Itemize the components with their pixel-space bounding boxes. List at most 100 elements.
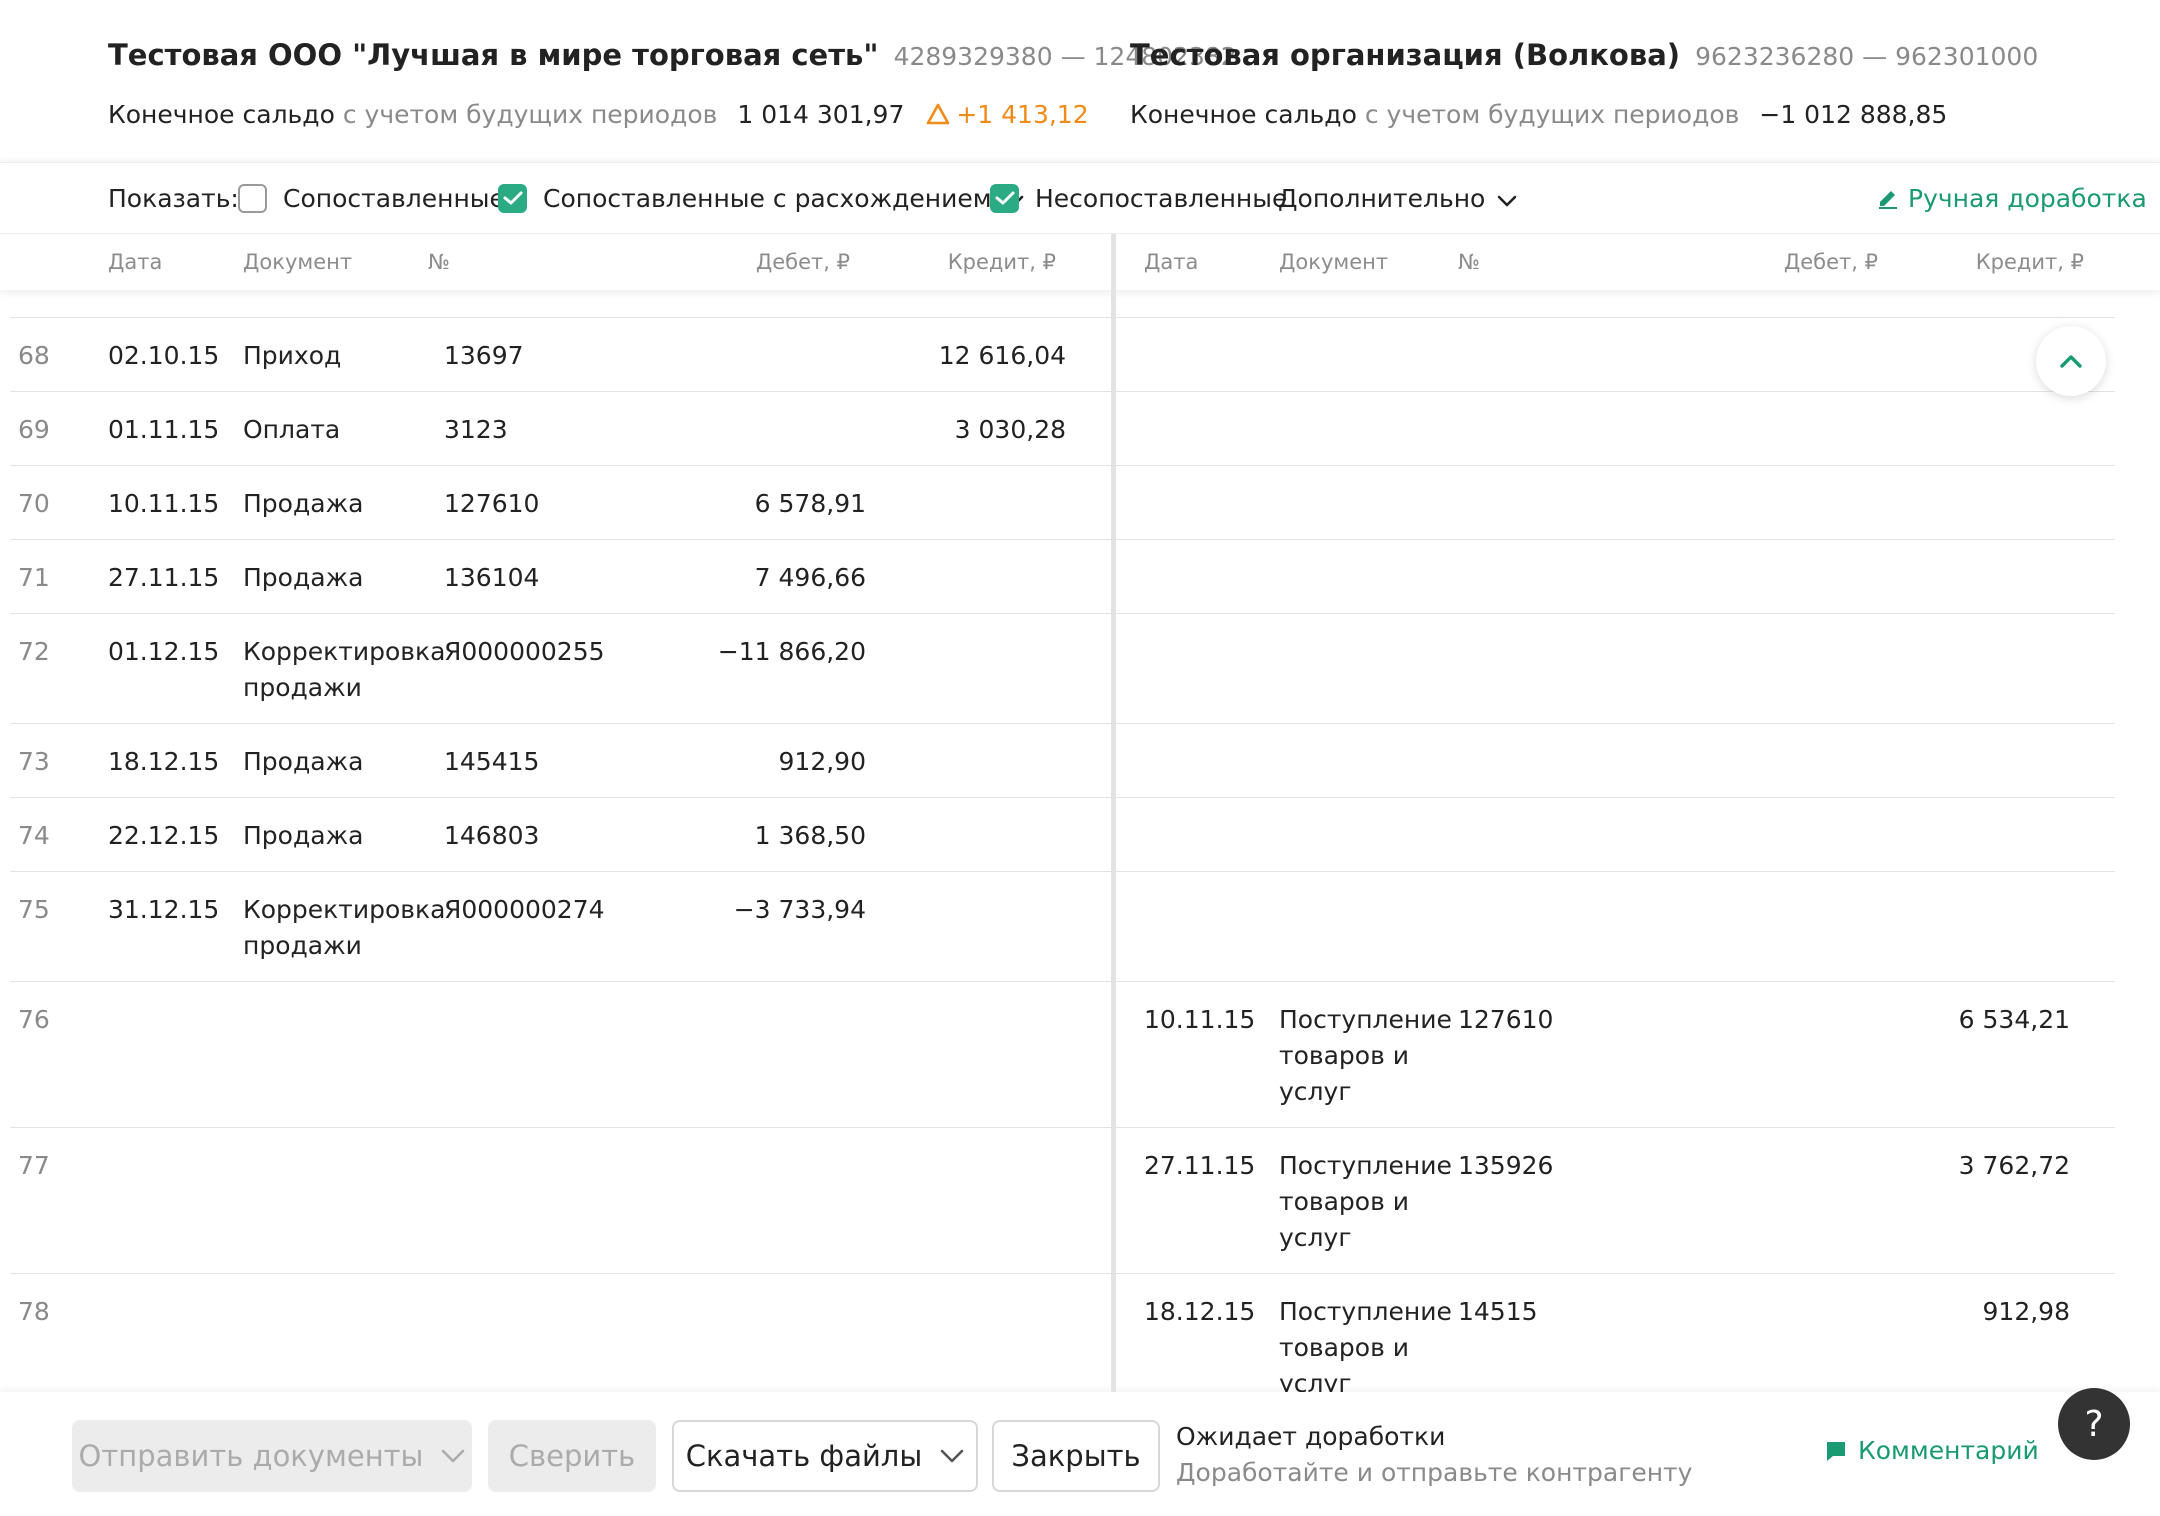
left-balance-value: 1 014 301,97 bbox=[737, 100, 905, 129]
table-row[interactable]: 78 18.12.15 Поступление товаров и услуг … bbox=[10, 1274, 2115, 1392]
left-date: 01.12.15 bbox=[108, 637, 220, 666]
left-doc-line2: продажи bbox=[243, 931, 362, 960]
table-row[interactable]: 71 27.11.15 Продажа 136104 7 496,66 bbox=[10, 540, 2115, 614]
left-org-title: Тестовая ООО "Лучшая в мире торговая сет… bbox=[108, 38, 879, 72]
table-row-partial bbox=[10, 290, 2115, 318]
left-balance: Конечное сальдо с учетом будущих периодо… bbox=[108, 100, 1089, 131]
table-row[interactable]: 75 31.12.15 Корректировка продажи Я00000… bbox=[10, 872, 2115, 982]
manual-edit-link[interactable]: Ручная доработка bbox=[1876, 163, 2147, 233]
table-row[interactable]: 76 10.11.15 Поступление товаров и услуг … bbox=[10, 982, 2115, 1128]
table-row[interactable]: 73 18.12.15 Продажа 145415 912,90 bbox=[10, 724, 2115, 798]
pencil-icon bbox=[1876, 186, 1900, 210]
row-number: 77 bbox=[18, 1151, 50, 1180]
left-doc: Оплата bbox=[243, 415, 341, 444]
left-org-heading: Тестовая ООО "Лучшая в мире торговая сет… bbox=[108, 38, 1237, 72]
manual-edit-label: Ручная доработка bbox=[1908, 183, 2147, 213]
left-no: 3123 bbox=[444, 415, 508, 444]
more-dropdown[interactable]: Дополнительно bbox=[1278, 163, 1517, 233]
right-doc-line2: товаров и bbox=[1279, 1187, 1410, 1216]
left-no: 13697 bbox=[444, 341, 524, 370]
col-left-doc[interactable]: Документ bbox=[243, 250, 352, 274]
row-number: 74 bbox=[18, 821, 50, 850]
right-no: 127610 bbox=[1458, 1005, 1554, 1034]
scroll-top-button[interactable] bbox=[2036, 326, 2106, 396]
left-credit: 12 616,04 bbox=[938, 341, 1066, 370]
left-no: 127610 bbox=[444, 489, 540, 518]
comment-link[interactable]: Комментарий bbox=[1824, 1436, 2039, 1465]
right-doc-line1: Поступление bbox=[1279, 1005, 1452, 1034]
chevron-down-icon bbox=[441, 1449, 465, 1463]
left-debit: 912,90 bbox=[778, 747, 866, 776]
table-row[interactable]: 70 10.11.15 Продажа 127610 6 578,91 bbox=[10, 466, 2115, 540]
matched-diff-label: Сопоставленные с расхождением bbox=[543, 183, 992, 213]
send-documents-label: Отправить документы bbox=[78, 1439, 424, 1473]
right-org-heading: Тестовая организация (Волкова) 962323628… bbox=[1130, 38, 2038, 72]
left-doc: Продажа bbox=[243, 747, 364, 776]
col-right-date[interactable]: Дата bbox=[1144, 250, 1198, 274]
right-doc-line2: товаров и bbox=[1279, 1041, 1410, 1070]
table-row[interactable]: 69 01.11.15 Оплата 3123 3 030,28 bbox=[10, 392, 2115, 466]
row-number: 69 bbox=[18, 415, 50, 444]
row-number: 71 bbox=[18, 563, 50, 592]
col-left-date[interactable]: Дата bbox=[108, 250, 162, 274]
right-balance: Конечное сальдо с учетом будущих периодо… bbox=[1130, 100, 1947, 129]
chevron-down-icon bbox=[940, 1449, 964, 1463]
right-doc-line2: товаров и bbox=[1279, 1333, 1410, 1362]
row-number: 73 bbox=[18, 747, 50, 776]
row-number: 68 bbox=[18, 341, 50, 370]
col-right-no[interactable]: № bbox=[1458, 250, 1480, 274]
status-hint: Доработайте и отправьте контрагенту bbox=[1176, 1458, 1693, 1487]
left-doc: Приход bbox=[243, 341, 342, 370]
right-balance-note: с учетом будущих периодов bbox=[1364, 100, 1740, 129]
left-no: Я000000274 bbox=[444, 895, 605, 924]
row-number: 76 bbox=[18, 1005, 50, 1034]
filter-unmatched[interactable]: Несопоставленные bbox=[990, 163, 1287, 233]
row-number: 75 bbox=[18, 895, 50, 924]
left-date: 18.12.15 bbox=[108, 747, 220, 776]
footer-bar: Отправить документы Сверить Скачать файл… bbox=[0, 1392, 2160, 1516]
right-no: 14515 bbox=[1458, 1297, 1538, 1326]
right-org-ids: 9623236280 — 962301000 bbox=[1695, 42, 2039, 71]
chevron-down-icon bbox=[1497, 184, 1517, 213]
table-row[interactable]: 72 01.12.15 Корректировка продажи Я00000… bbox=[10, 614, 2115, 724]
row-number: 78 bbox=[18, 1297, 50, 1326]
matched-diff-checkbox[interactable] bbox=[498, 183, 527, 213]
panel-divider[interactable] bbox=[1111, 234, 1116, 1392]
show-label: Показать: bbox=[108, 183, 239, 213]
left-debit: −3 733,94 bbox=[733, 895, 866, 924]
table-row[interactable]: 68 02.10.15 Приход 13697 12 616,04 bbox=[10, 318, 2115, 392]
reconciliation-table: 68 02.10.15 Приход 13697 12 616,04 69 01… bbox=[0, 290, 2160, 1392]
col-left-debit[interactable]: Дебет, ₽ bbox=[690, 250, 850, 274]
matched-checkbox[interactable] bbox=[238, 183, 267, 213]
balance-diff[interactable]: +1 413,12 bbox=[926, 100, 1089, 129]
right-credit: 6 534,21 bbox=[1958, 1005, 2070, 1034]
left-no: 145415 bbox=[444, 747, 540, 776]
col-right-doc[interactable]: Документ bbox=[1279, 250, 1388, 274]
col-left-no[interactable]: № bbox=[428, 250, 450, 274]
right-doc-line3: услуг bbox=[1279, 1077, 1352, 1106]
row-number: 72 bbox=[18, 637, 50, 666]
reconcile-button[interactable]: Сверить bbox=[488, 1420, 656, 1492]
right-no: 135926 bbox=[1458, 1151, 1554, 1180]
col-right-credit[interactable]: Кредит, ₽ bbox=[1924, 250, 2084, 274]
send-documents-button[interactable]: Отправить документы bbox=[72, 1420, 472, 1492]
filter-matched-diff[interactable]: Сопоставленные с расхождением bbox=[498, 163, 1024, 233]
col-left-credit[interactable]: Кредит, ₽ bbox=[896, 250, 1056, 274]
table-row[interactable]: 77 27.11.15 Поступление товаров и услуг … bbox=[10, 1128, 2115, 1274]
right-credit: 3 762,72 bbox=[1958, 1151, 2070, 1180]
checkmark-icon bbox=[995, 191, 1014, 205]
comment-label: Комментарий bbox=[1858, 1436, 2039, 1465]
right-balance-value: −1 012 888,85 bbox=[1759, 100, 1948, 129]
close-button[interactable]: Закрыть bbox=[992, 1420, 1160, 1492]
left-doc-line1: Корректировка bbox=[243, 895, 446, 924]
filter-matched[interactable]: Сопоставленные bbox=[238, 163, 505, 233]
download-files-button[interactable]: Скачать файлы bbox=[672, 1420, 978, 1492]
left-date: 31.12.15 bbox=[108, 895, 220, 924]
left-doc: Продажа bbox=[243, 563, 364, 592]
table-row[interactable]: 74 22.12.15 Продажа 146803 1 368,50 bbox=[10, 798, 2115, 872]
unmatched-checkbox[interactable] bbox=[990, 183, 1019, 213]
left-debit: 1 368,50 bbox=[754, 821, 866, 850]
left-date: 02.10.15 bbox=[108, 341, 220, 370]
col-right-debit[interactable]: Дебет, ₽ bbox=[1718, 250, 1878, 274]
help-button[interactable]: ? bbox=[2058, 1388, 2130, 1460]
